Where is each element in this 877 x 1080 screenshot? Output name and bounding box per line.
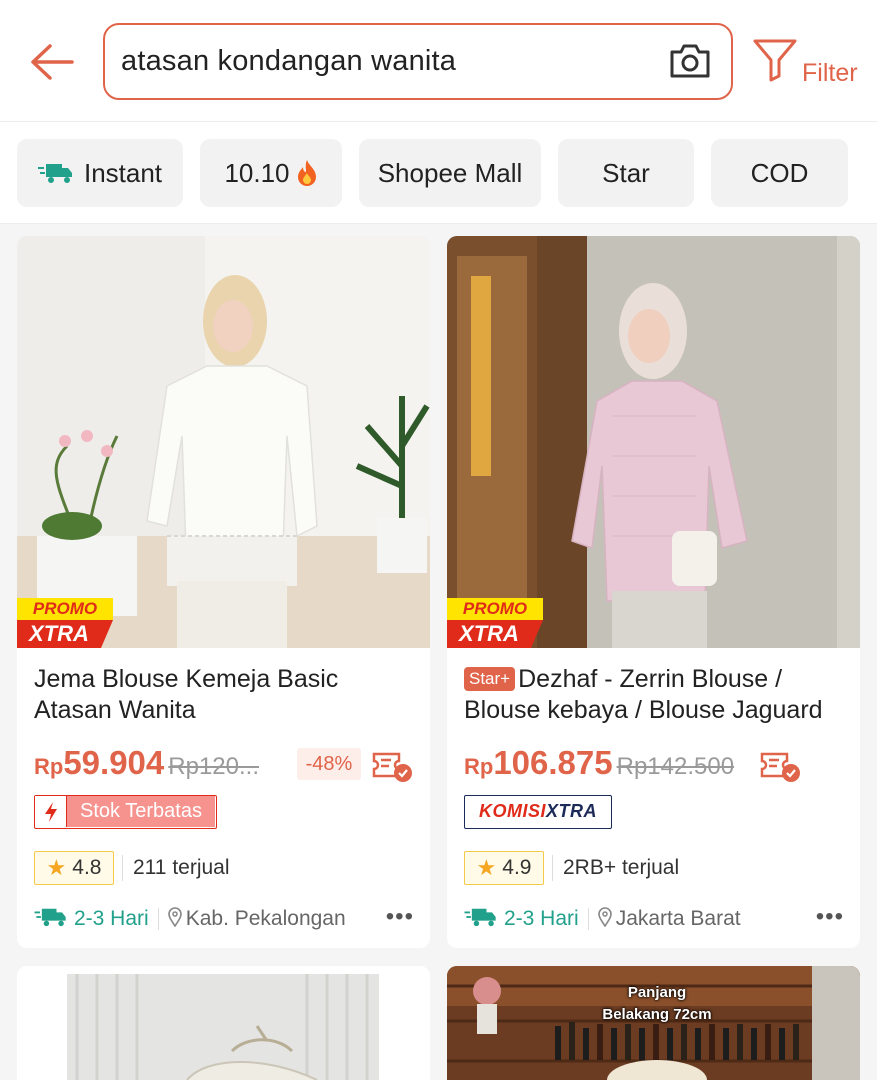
product-title[interactable]: Jema Blouse Kemeja Basic Atasan Wanita [34,664,418,726]
shop-location: Kab. Pekalongan [185,907,346,930]
stock-limited-badge: Stok Terbatas [34,795,217,829]
price-value: 106.875 [493,744,613,781]
chip-label: Instant [83,157,163,188]
product-title[interactable]: Star+ Dezhaf - Zerrin Blouse / Blouse keb… [464,664,848,726]
chip-label: Star [602,157,650,188]
product-image[interactable]: PROMO XTRA [447,236,860,648]
stock-limited-label: Stok Terbatas [67,796,215,827]
filter-label: Filter [802,59,858,87]
product-title-text: Dezhaf - Zerrin Blouse / Blouse kebaya /… [464,665,823,724]
camera-icon [670,44,710,78]
product-image[interactable]: PROMO XTRA [17,236,430,648]
rating-value: 4.8 [72,856,102,879]
location-pin-icon [597,906,612,932]
chip-label: Shopee Mall [377,157,523,188]
rating-row: ★ 4.9 2RB+ terjual [464,850,679,886]
fire-icon [296,159,318,187]
product-image[interactable] [17,966,430,1080]
product-card[interactable]: PROMO XTRA Jema Blouse Kemeja Basic Atas… [17,236,430,948]
back-button[interactable] [26,38,78,86]
product-card[interactable] [17,966,430,1080]
rating-badge: ★ 4.8 [34,851,114,885]
search-header: atasan kondangan wanita Filter [0,0,877,122]
lightning-icon [35,796,67,827]
promo-xtra-badge: PROMO XTRA [447,598,543,648]
chip-1010[interactable]: 10.10 [200,139,342,207]
price-value: 59.904 [63,744,165,781]
search-query-text: atasan kondangan wanita [121,45,457,77]
funnel-icon [753,39,797,82]
chip-cod[interactable]: COD [711,139,848,207]
more-options-button[interactable]: ••• [816,904,844,930]
discount-badge: -48% [297,748,361,780]
price-currency: Rp [34,754,64,779]
star-plus-badge: Star+ [464,667,516,691]
rating-value: 4.9 [502,856,532,879]
rating-row: ★ 4.8 211 terjual [34,850,230,886]
promo-badge-top: PROMO [17,598,113,620]
sold-count: 211 terjual [133,856,230,879]
shipping-time: 2-3 Hari [74,907,149,930]
overlay-line-2: Belakang 72cm [602,1006,712,1023]
delivery-truck-icon [464,906,498,933]
delivery-truck-icon [37,161,74,185]
sold-count: 2RB+ terjual [563,856,680,879]
price-currency: Rp [464,754,494,779]
chip-shopee-mall[interactable]: Shopee Mall [359,139,541,207]
product-card[interactable]: Panjang Belakang 72cm [447,966,860,1080]
rating-badge: ★ 4.9 [464,851,544,885]
quick-filter-bar: Instant 10.10 Shopee Mall Star COD [0,122,877,224]
filter-button[interactable]: Filter [750,36,865,92]
arrow-left-icon [31,44,74,80]
overlay-line-1: Panjang [627,984,687,1001]
chip-star[interactable]: Star [558,139,694,207]
komisi-label-part2: XTRA [546,801,597,821]
image-overlay-text: Panjang Belakang 72cm [587,982,727,1026]
delivery-truck-icon [34,906,68,933]
shop-location: Jakarta Barat [615,907,741,930]
star-icon: ★ [46,855,67,880]
shipping-row: 2-3 Hari Kab. Pekalongan [34,904,414,934]
price-row: Rp 59.904 Rp120... [34,744,424,788]
camera-button[interactable] [667,39,713,83]
voucher-icon [759,748,803,784]
shipping-row: 2-3 Hari Jakarta Barat [464,904,844,934]
star-icon: ★ [476,855,497,880]
promo-badge-top: PROMO [447,598,543,620]
promo-xtra-badge: PROMO XTRA [17,598,113,648]
product-card[interactable]: PROMO XTRA Star+ Dezhaf - Zerrin Blouse /… [447,236,860,948]
promo-badge-bottom: XTRA [447,620,531,648]
komisi-xtra-badge: KOMISIXTRA [464,795,612,829]
voucher-icon [371,748,415,784]
location-pin-icon [167,906,182,932]
komisi-label-part1: KOMISI [478,801,546,821]
chip-label: 10.10 [224,157,290,188]
original-price: Rp120... [168,753,259,780]
shipping-time: 2-3 Hari [504,907,579,930]
chip-instant[interactable]: Instant [17,139,183,207]
chip-label: COD [750,157,809,188]
promo-badge-bottom: XTRA [17,620,101,648]
original-price: Rp142.500 [616,753,735,780]
search-input[interactable]: atasan kondangan wanita [103,23,733,100]
more-options-button[interactable]: ••• [386,904,414,930]
product-image[interactable]: Panjang Belakang 72cm [447,966,860,1080]
